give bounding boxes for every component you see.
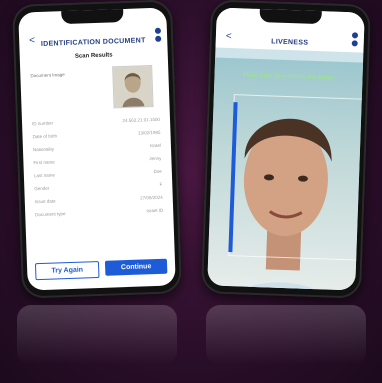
phone-identification: < IDENTIFICATION DOCUMENT Scan Results D… [11,0,183,299]
continue-button[interactable]: Continue [104,258,168,276]
menu-icon[interactable] [351,32,359,47]
field-value: 13/02/1985 [137,129,161,136]
field-label: Date of birth [32,133,58,140]
back-icon[interactable]: < [29,35,35,46]
field-value: Israel [149,142,161,149]
field-value: Israel ID [146,207,164,214]
field-value: 27/09/2024 [140,194,163,201]
field-label: Last name [33,172,55,179]
reflection-right [206,305,366,365]
field-label: Nationality [32,146,55,153]
try-again-button[interactable]: Try Again [34,261,100,281]
reflection-left [17,305,177,365]
document-image-row: Document Image [20,64,169,111]
subtitle: Scan Results [74,52,113,60]
button-row: Try Again Continue [34,258,168,281]
field-value: Doe [153,168,162,175]
document-image [112,65,154,109]
field-label: Document type [35,211,66,218]
document-photo-icon [113,66,153,108]
identification-screen: < IDENTIFICATION DOCUMENT Scan Results D… [18,7,176,291]
field-label: Issue date [34,198,56,205]
field-value: 24.563.21.01.1500 [122,116,161,124]
phone-notch [259,9,322,25]
field-label: ID number [31,120,54,127]
field-value: F [159,181,163,187]
page-title: IDENTIFICATION DOCUMENT [40,37,146,48]
phone-notch [61,9,124,25]
phone-liveness: < LIVENESS Place your face within the fr… [200,0,372,299]
liveness-screen: < LIVENESS Place your face within the fr… [207,7,365,291]
field-label: Gender [34,185,50,192]
page-title: LIVENESS [271,38,309,47]
field-value: Jenny [149,155,162,162]
back-icon[interactable]: < [226,31,232,42]
field-label: First name [33,159,55,166]
menu-icon[interactable] [154,27,162,42]
fields-list: ID number 24.563.21.01.1500 Date of birth 1… [22,112,174,221]
face-frame [228,94,365,261]
document-image-label: Document Image [30,72,65,79]
